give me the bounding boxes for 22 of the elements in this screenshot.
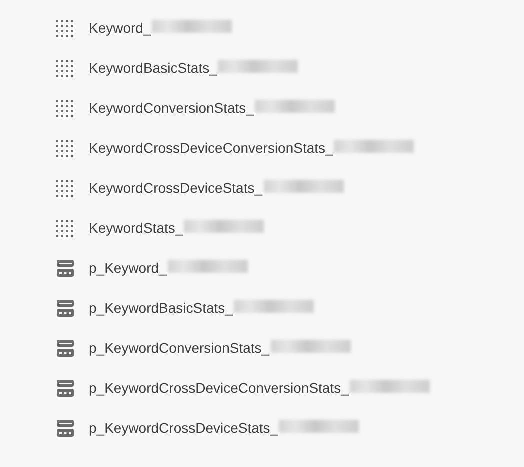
dataset-name[interactable]: p_KeywordCrossDeviceConversionStats_ [89,380,430,396]
dataset-name[interactable]: p_KeywordConversionStats_ [89,340,351,356]
dataset-name[interactable]: KeywordBasicStats_ [89,60,298,76]
table-icon [56,340,75,356]
table-icon [56,300,75,316]
table-icon [56,420,75,436]
dataset-name[interactable]: p_Keyword_ [89,260,248,276]
table-icon [56,260,75,276]
dataset-name[interactable]: KeywordStats_ [89,220,264,236]
dataset-name[interactable]: p_KeywordBasicStats_ [89,300,314,316]
dataset-name[interactable]: KeywordConversionStats_ [89,100,335,116]
dot-grid-icon [56,18,75,38]
table-icon [56,380,75,396]
dot-grid-icon [56,178,75,198]
dot-grid-icon [56,58,75,78]
dataset-name[interactable]: Keyword_ [89,20,232,36]
dot-grid-icon [56,218,75,238]
dataset-name[interactable]: KeywordCrossDeviceStats_ [89,180,344,196]
dataset-name[interactable]: p_KeywordCrossDeviceStats_ [89,420,360,436]
dot-grid-icon [56,98,75,118]
dataset-name[interactable]: KeywordCrossDeviceConversionStats_ [89,140,414,156]
dot-grid-icon [56,138,75,158]
